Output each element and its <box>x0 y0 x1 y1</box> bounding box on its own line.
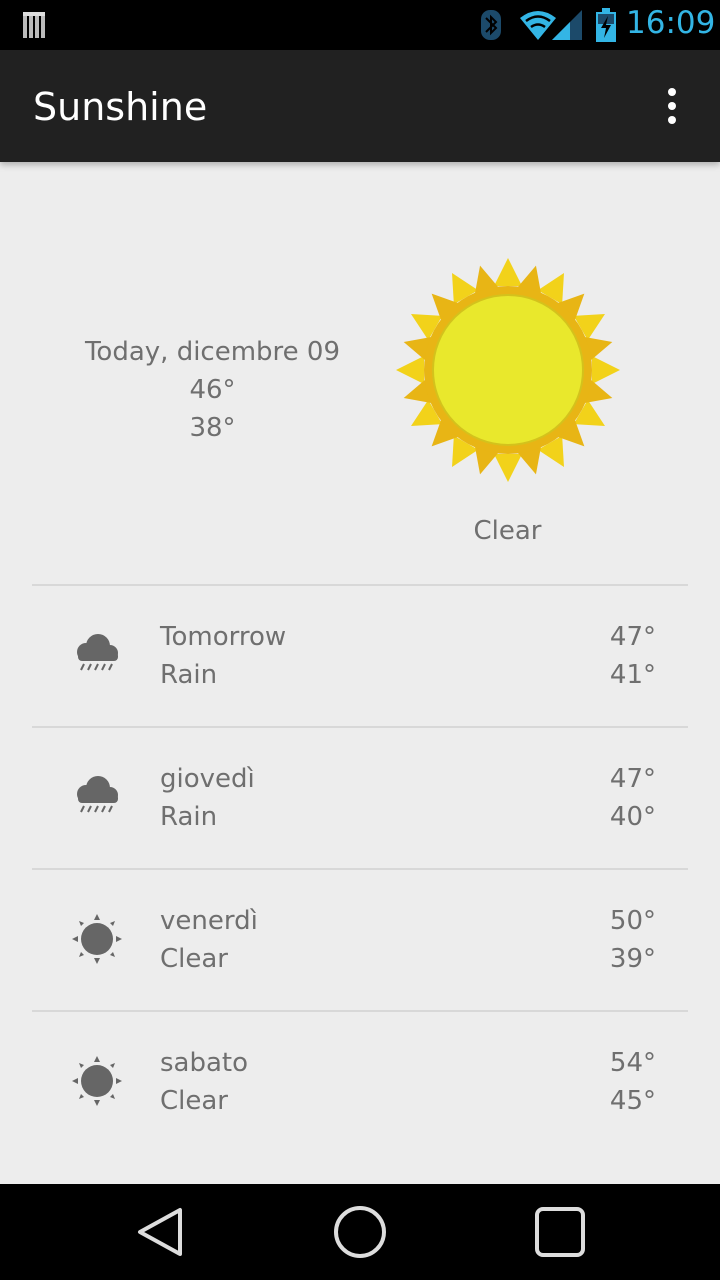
today-low-temp: 38° <box>189 413 236 443</box>
bluetooth-icon <box>481 10 501 40</box>
divider <box>32 584 688 586</box>
rain-icon <box>77 776 118 813</box>
divider <box>32 1010 688 1012</box>
forecast-day: Tomorrow <box>160 622 287 652</box>
list-item[interactable]: venerdì Clear 50° 39° <box>0 868 720 1010</box>
forecast-high-temp: 50° <box>609 906 656 936</box>
list-item[interactable]: Tomorrow Rain 47° 41° <box>0 584 720 726</box>
recents-icon[interactable] <box>530 1202 590 1262</box>
forecast-high-temp: 54° <box>609 1048 656 1078</box>
back-icon[interactable] <box>130 1202 190 1262</box>
today-condition: Clear <box>473 516 542 546</box>
forecast-low-temp: 40° <box>609 802 656 832</box>
forecast-description: Clear <box>160 944 228 974</box>
today-high-temp: 46° <box>189 375 236 405</box>
forecast-day: giovedì <box>160 764 255 794</box>
forecast-low-temp: 41° <box>609 660 656 690</box>
forecast-low-temp: 45° <box>609 1086 656 1116</box>
today-date: Today, dicembre 09 <box>84 337 341 367</box>
forecast-day: venerdì <box>160 906 258 936</box>
divider <box>32 726 688 728</box>
notification-icon <box>23 12 45 38</box>
forecast-description: Rain <box>160 802 218 832</box>
signal-icon <box>552 10 582 40</box>
home-icon[interactable] <box>330 1202 390 1262</box>
battery-charging-icon <box>596 8 616 42</box>
divider <box>32 868 688 870</box>
list-item[interactable]: giovedì Rain 47° 40° <box>0 726 720 868</box>
today-summary[interactable]: Today, dicembre 09 46° 38° <box>40 334 385 447</box>
status-bar: 16:09 <box>0 0 720 50</box>
forecast-low-temp: 39° <box>609 944 656 974</box>
forecast-day: sabato <box>160 1048 249 1078</box>
status-clock: 16:09 <box>626 5 716 41</box>
clear-icon <box>72 1056 122 1106</box>
forecast-high-temp: 47° <box>609 622 656 652</box>
clear-icon <box>72 914 122 964</box>
forecast-description: Clear <box>160 1086 228 1116</box>
forecast-description: Rain <box>160 660 218 690</box>
forecast-high-temp: 47° <box>609 764 656 794</box>
list-item[interactable]: sabato Clear 54° 45° <box>0 1010 720 1152</box>
forecast-list: Tomorrow Rain 47° 41° giovedì Rain 47° 4… <box>0 584 720 1152</box>
app-title: Sunshine <box>33 85 208 129</box>
overflow-menu-icon[interactable] <box>652 80 692 132</box>
navigation-bar <box>0 1184 720 1280</box>
action-bar: Sunshine <box>0 50 720 162</box>
sun-art-icon <box>396 258 620 482</box>
rain-icon <box>77 634 118 671</box>
